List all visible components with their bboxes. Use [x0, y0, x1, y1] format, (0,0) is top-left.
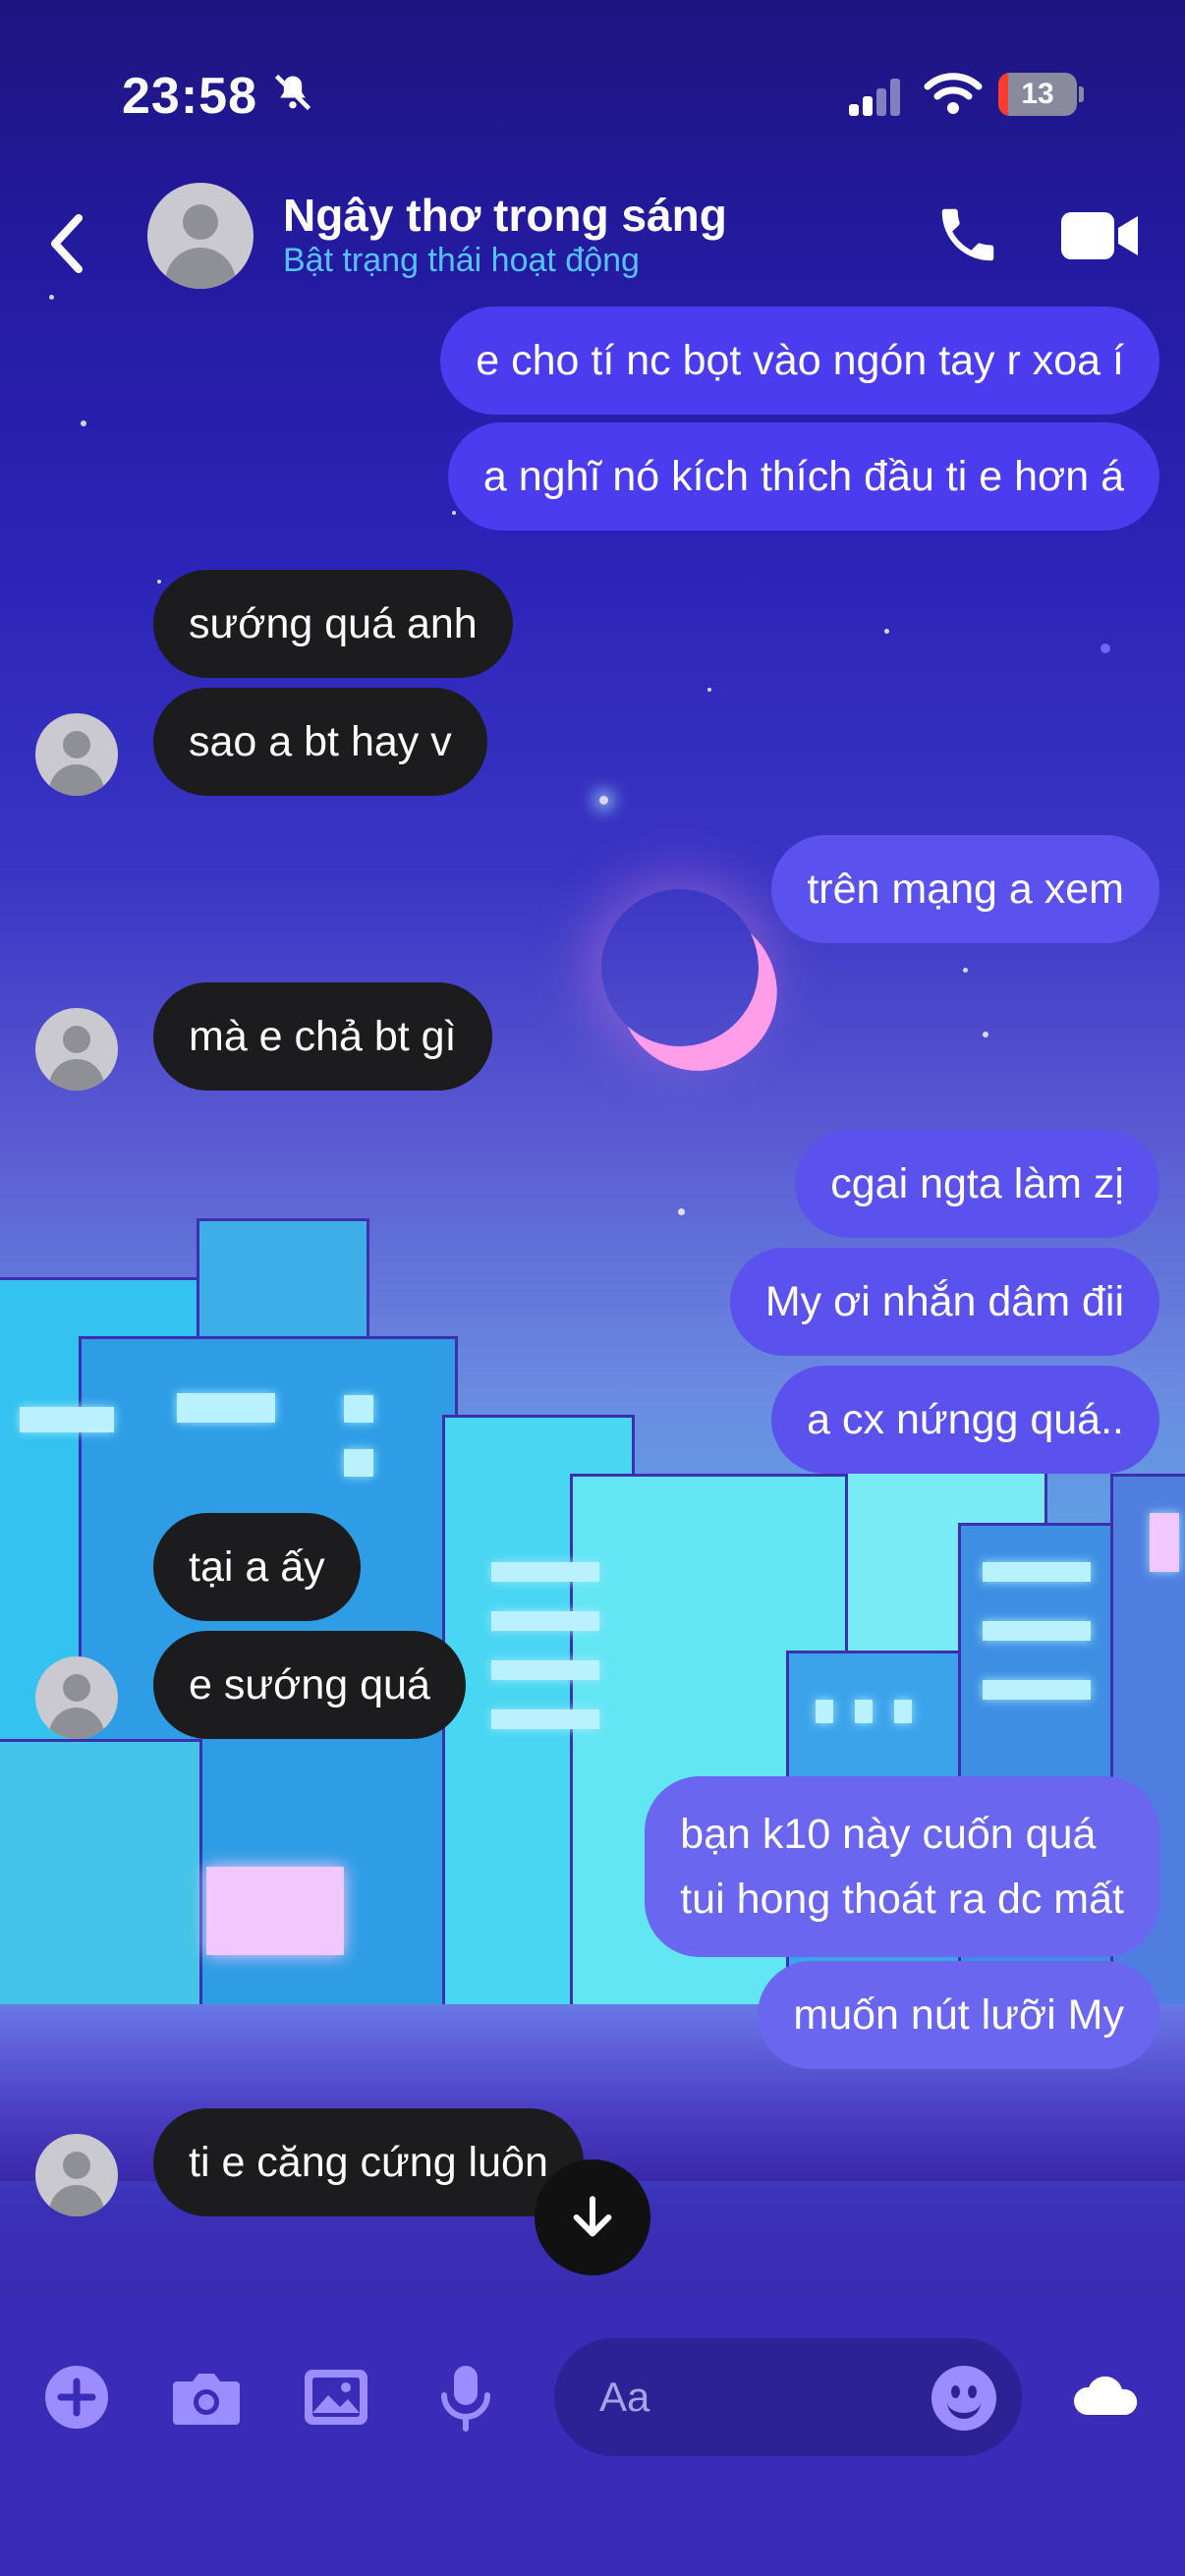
- plus-icon[interactable]: [37, 2358, 116, 2436]
- message-input-placeholder: Aa: [599, 2374, 650, 2420]
- message-incoming[interactable]: mà e chả bt gì: [153, 982, 492, 1091]
- message-input[interactable]: Aa: [554, 2338, 1022, 2456]
- message-outgoing[interactable]: bạn k10 này cuốn quá tui hong thoát ra d…: [645, 1776, 1159, 1957]
- message-outgoing[interactable]: cgai ngta làm zị: [795, 1130, 1159, 1238]
- message-line: tui hong thoát ra dc mất: [680, 1876, 1124, 1923]
- video-call-icon[interactable]: [1059, 204, 1140, 267]
- camera-icon[interactable]: [167, 2358, 246, 2436]
- message-outgoing[interactable]: a cx nứngg quá..: [771, 1366, 1159, 1474]
- cloud-icon[interactable]: [1067, 2358, 1146, 2436]
- status-time: 23:58: [122, 68, 257, 125]
- battery-tip: [1079, 86, 1084, 102]
- cellular-signal-icon: [849, 77, 904, 116]
- emoji-icon[interactable]: [931, 2366, 996, 2431]
- message-incoming[interactable]: tại a ấy: [153, 1513, 361, 1621]
- message-line: bạn k10 này cuốn quá: [680, 1811, 1097, 1858]
- avatar[interactable]: [35, 713, 118, 796]
- battery-icon: 13: [998, 73, 1077, 116]
- contact-name[interactable]: Ngây thơ trong sáng: [283, 189, 727, 242]
- status-bar: 23:58 13: [0, 0, 1185, 177]
- message-incoming[interactable]: sao a bt hay v: [153, 688, 487, 796]
- message-incoming[interactable]: sướng quá anh: [153, 570, 513, 678]
- microphone-icon[interactable]: [426, 2358, 505, 2436]
- message-outgoing[interactable]: e cho tí nc bọt vào ngón tay r xoa í: [440, 307, 1159, 415]
- message-outgoing[interactable]: muốn nút lưỡi My: [758, 1961, 1159, 2069]
- scroll-down-button[interactable]: [535, 2159, 650, 2275]
- message-outgoing[interactable]: My ơi nhắn dâm đii: [729, 1248, 1159, 1356]
- avatar[interactable]: [147, 183, 254, 289]
- wifi-icon: [924, 69, 983, 118]
- message-outgoing[interactable]: trên mạng a xem: [771, 835, 1159, 943]
- image-icon[interactable]: [297, 2358, 375, 2436]
- back-icon[interactable]: [39, 204, 98, 283]
- avatar[interactable]: [35, 2134, 118, 2216]
- chat-header: Ngây thơ trong sáng Bật trạng thái hoạt …: [0, 177, 1185, 314]
- arrow-down-icon: [573, 2196, 612, 2237]
- avatar[interactable]: [35, 1656, 118, 1739]
- phone-icon[interactable]: [933, 200, 1002, 269]
- contact-status[interactable]: Bật trạng thái hoạt động: [283, 242, 640, 280]
- battery-level: 13: [1021, 78, 1054, 110]
- moon-illustration: [592, 879, 769, 1057]
- bell-slash-icon: [271, 71, 314, 124]
- message-composer: Aa: [0, 2299, 1185, 2576]
- message-outgoing[interactable]: a nghĩ nó kích thích đầu ti e hơn á: [447, 422, 1159, 531]
- message-incoming[interactable]: e sướng quá: [153, 1631, 466, 1739]
- message-incoming[interactable]: ti e căng cứng luôn: [153, 2108, 584, 2216]
- avatar[interactable]: [35, 1008, 118, 1091]
